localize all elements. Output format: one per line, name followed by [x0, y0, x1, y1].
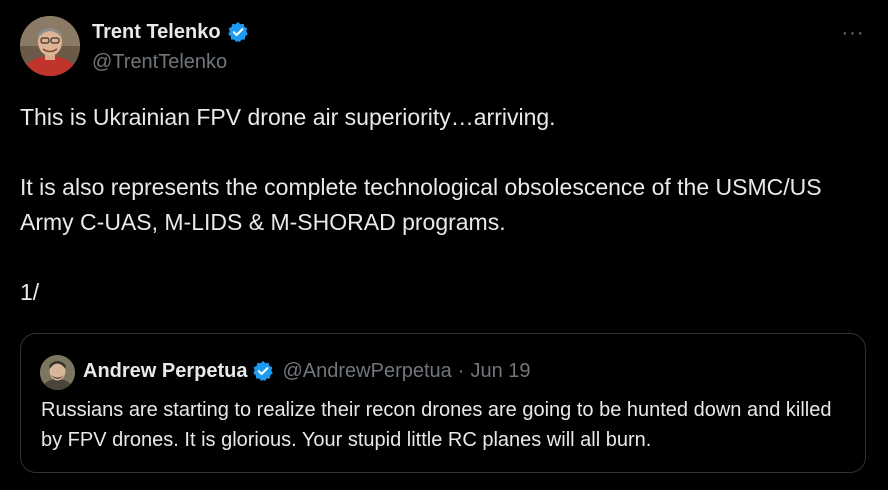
more-options-icon[interactable]: ···: [838, 18, 868, 48]
quoted-tweet-header: Andrew Perpetua @AndrewPerpetua · Jun 19: [83, 357, 531, 385]
separator-dot: ·: [457, 359, 465, 382]
tweet: Trent Telenko @TrentTelenko ··· This is …: [0, 0, 888, 490]
quoted-tweet-date[interactable]: Jun 19: [470, 360, 530, 383]
tweet-text-paragraph-2: It is also represents the complete techn…: [20, 174, 822, 235]
verified-badge-icon[interactable]: [252, 360, 274, 382]
tweet-text-line-1: This is Ukrainian FPV drone air superior…: [20, 104, 556, 130]
author-name-row: Trent Telenko: [92, 19, 249, 45]
quoted-tweet[interactable]: Andrew Perpetua @AndrewPerpetua · Jun 19…: [20, 333, 866, 473]
author-handle[interactable]: @TrentTelenko: [92, 49, 227, 75]
tweet-body: This is Ukrainian FPV drone air superior…: [20, 100, 860, 310]
verified-badge-icon[interactable]: [227, 21, 249, 43]
quoted-author-handle[interactable]: @AndrewPerpetua: [282, 360, 451, 383]
quoted-author-display-name[interactable]: Andrew Perpetua: [83, 360, 247, 383]
quoted-tweet-text: Russians are starting to realize their r…: [41, 399, 832, 451]
tweet-text-paragraph-3: 1/: [20, 279, 40, 305]
quoted-author-avatar[interactable]: [40, 355, 75, 390]
author-avatar[interactable]: [20, 16, 80, 76]
author-display-name[interactable]: Trent Telenko: [92, 19, 221, 45]
